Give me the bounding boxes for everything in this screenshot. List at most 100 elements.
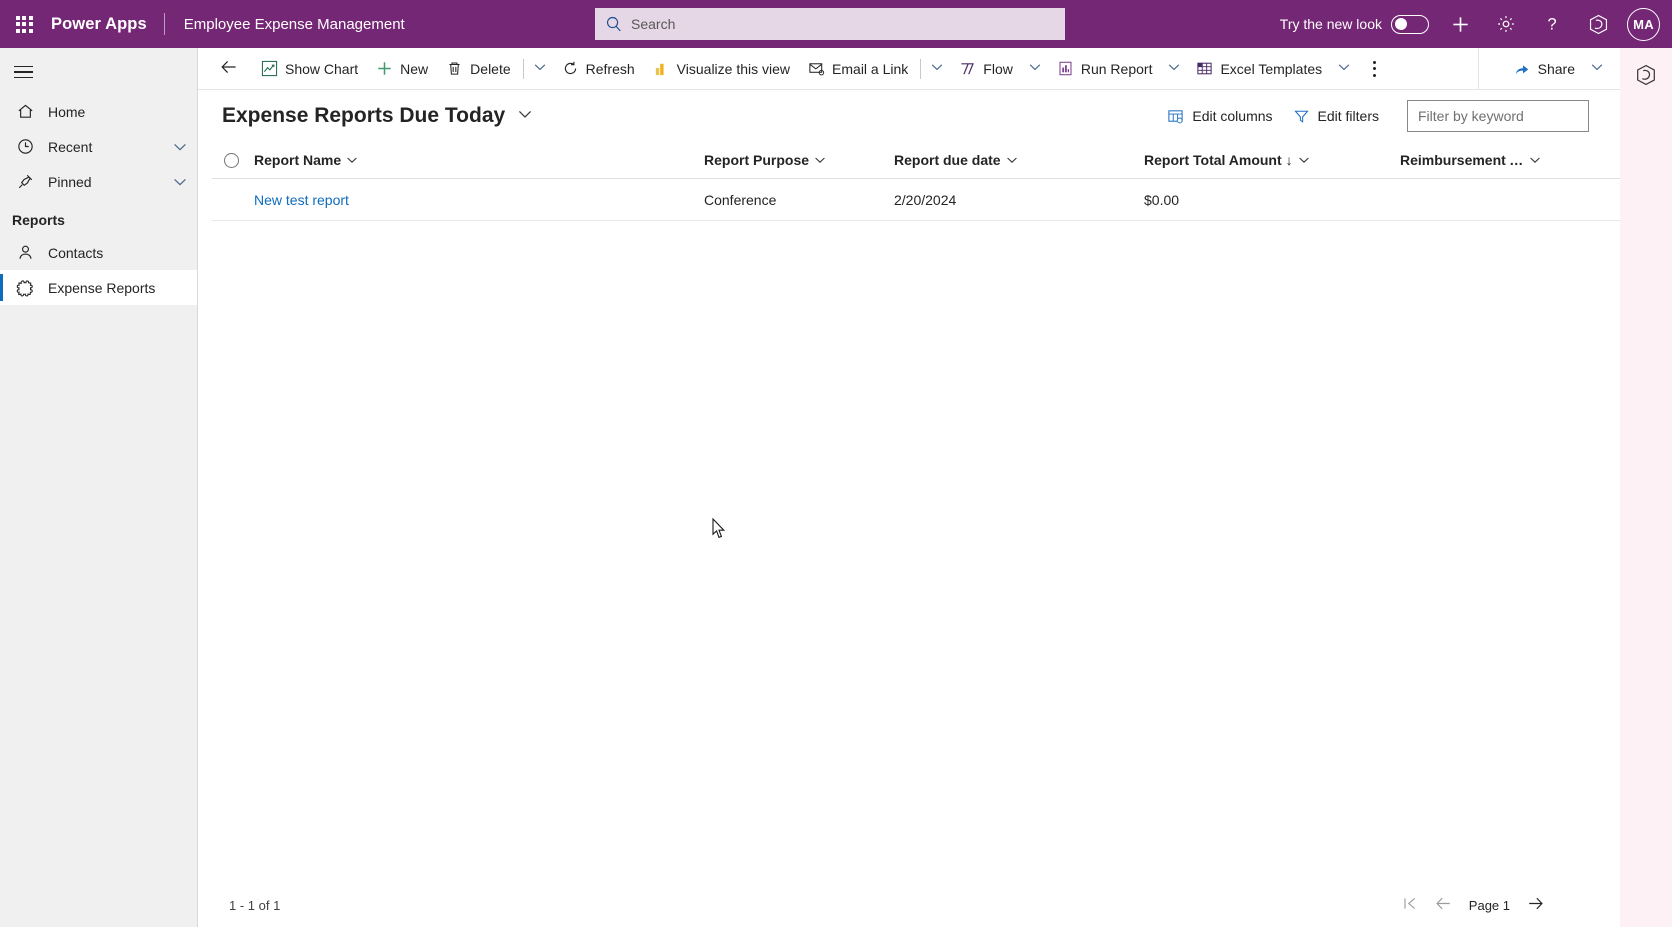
command-visualize-this-view[interactable]: Visualize this view <box>644 52 799 86</box>
share-icon <box>1514 60 1531 77</box>
select-all-circle-icon[interactable] <box>223 152 239 168</box>
try-new-look-toggle[interactable]: Try the new look <box>1280 14 1437 34</box>
copilot-icon <box>1587 13 1610 36</box>
command-excel-templates[interactable]: Excel Templates <box>1187 52 1331 86</box>
view-selector-button[interactable] <box>513 104 537 128</box>
chevron-down-icon <box>515 104 535 129</box>
column-label: Report Total Amount <box>1144 152 1282 168</box>
back-button[interactable] <box>212 52 246 86</box>
record-count-label: 1 - 1 of 1 <box>229 897 281 913</box>
chevron-down-icon <box>813 153 827 167</box>
sidebar-item-home[interactable]: Home <box>0 94 197 129</box>
edit-columns-button[interactable]: Edit columns <box>1157 100 1282 132</box>
arrow-right-icon <box>1526 894 1545 916</box>
arrow-left-icon <box>219 57 239 80</box>
app-launcher-button[interactable] <box>0 0 48 48</box>
sort-descending-icon: ↓ <box>1285 152 1293 168</box>
column-header-report-due-date[interactable]: Report due date <box>890 142 1140 179</box>
filter-by-keyword-input[interactable] <box>1407 100 1589 132</box>
first-page-icon <box>1401 895 1418 915</box>
hamburger-menu-icon <box>14 65 33 79</box>
toggle-switch-icon <box>1391 14 1429 34</box>
column-label: Report Purpose <box>704 152 810 168</box>
sidebar-item-expense-reports[interactable]: Expense Reports <box>0 270 197 305</box>
edit-filters-label: Edit filters <box>1317 108 1379 124</box>
app-name-title[interactable]: Employee Expense Management <box>165 16 405 33</box>
chevron-down-icon <box>929 59 945 78</box>
command-share-chevron[interactable] <box>1584 52 1610 86</box>
edit-filters-button[interactable]: Edit filters <box>1283 100 1389 132</box>
command-label: Share <box>1537 60 1575 77</box>
command-label: Refresh <box>585 60 635 77</box>
question-mark-icon: ? <box>1542 14 1562 34</box>
select-all-cell[interactable] <box>212 152 250 168</box>
sidebar-item-recent[interactable]: Recent <box>0 129 197 164</box>
command-label: New <box>400 60 429 77</box>
command-overflow-button[interactable] <box>1359 52 1389 86</box>
copilot-button[interactable] <box>1575 0 1621 48</box>
command-bar: Show Chart New Delete Refresh Visualize … <box>198 47 1620 90</box>
command-delete-chevron[interactable] <box>527 52 553 86</box>
command-flow[interactable]: Flow <box>950 52 1022 86</box>
command-refresh[interactable]: Refresh <box>553 52 644 86</box>
cell-report-name[interactable]: New test report <box>250 192 700 208</box>
column-label: Reimbursement Amount <box>1400 152 1524 168</box>
command-show-chart[interactable]: Show Chart <box>252 52 367 86</box>
svg-text:?: ? <box>1547 15 1556 33</box>
grid-header-row: Report Name Report Purpose Report due da… <box>212 142 1620 179</box>
global-search-wrapper: Search <box>595 8 1065 40</box>
command-label: Delete <box>470 60 511 77</box>
sidebar-item-pinned[interactable]: Pinned <box>0 164 197 199</box>
settings-button[interactable] <box>1483 0 1529 48</box>
sidebar-item-contacts[interactable]: Contacts <box>0 235 197 270</box>
puzzle-piece-icon <box>15 278 35 298</box>
command-delete[interactable]: Delete <box>437 52 519 86</box>
command-excel-chevron[interactable] <box>1331 52 1357 86</box>
command-new[interactable]: New <box>367 52 437 86</box>
next-page-button[interactable] <box>1520 890 1550 920</box>
command-separator <box>522 58 524 79</box>
command-email-a-link[interactable]: Email a Link <box>799 52 917 86</box>
command-flow-chevron[interactable] <box>1022 52 1048 86</box>
chevron-down-icon <box>1528 153 1542 167</box>
edit-columns-label: Edit columns <box>1192 108 1273 124</box>
column-header-report-name[interactable]: Report Name <box>250 142 700 179</box>
command-run-report-chevron[interactable] <box>1161 52 1187 86</box>
body-row: Home Recent Pinned Reports Contacts Expe… <box>0 47 1672 927</box>
filter-icon <box>1293 108 1310 125</box>
cell-report-total-amount: $0.00 <box>1144 191 1180 208</box>
app-header: Power Apps Employee Expense Management S… <box>0 0 1672 48</box>
column-header-reimbursement-amount[interactable]: Reimbursement Amount <box>1396 142 1542 179</box>
brand-title[interactable]: Power Apps <box>48 15 164 34</box>
global-search-box[interactable]: Search <box>595 8 1065 40</box>
command-bar-divider <box>1477 47 1479 90</box>
run-report-icon <box>1057 60 1074 77</box>
previous-page-button[interactable] <box>1429 890 1459 920</box>
command-label: Show Chart <box>285 60 359 77</box>
pagination: Page 1 <box>1395 890 1620 920</box>
column-header-report-purpose[interactable]: Report Purpose <box>700 142 890 179</box>
chevron-down-icon[interactable] <box>171 138 189 156</box>
sidebar-collapse-button[interactable] <box>0 50 197 94</box>
view-header: Expense Reports Due Today Edit columns E… <box>198 90 1620 142</box>
page-label: Page 1 <box>1468 897 1510 913</box>
copilot-panel-button[interactable] <box>1629 60 1663 94</box>
refresh-icon <box>562 60 579 77</box>
main-content: Show Chart New Delete Refresh Visualize … <box>198 47 1620 927</box>
command-run-report[interactable]: Run Report <box>1048 52 1162 86</box>
cell-report-due-date: 2/20/2024 <box>894 191 957 208</box>
gear-icon <box>1496 14 1516 34</box>
table-row[interactable]: New test report Conference 2/20/2024 $0.… <box>212 179 1620 221</box>
pin-icon <box>15 172 35 192</box>
command-bar-right: Share <box>1477 47 1620 90</box>
quick-create-button[interactable] <box>1437 0 1483 48</box>
column-header-report-total-amount[interactable]: Report Total Amount ↓ <box>1140 142 1396 179</box>
help-button[interactable]: ? <box>1529 0 1575 48</box>
command-label: Visualize this view <box>676 60 791 77</box>
avatar[interactable]: MA <box>1627 7 1660 41</box>
command-share[interactable]: Share <box>1505 52 1584 86</box>
command-email-chevron[interactable] <box>924 52 950 86</box>
first-page-button[interactable] <box>1395 890 1425 920</box>
chevron-down-icon[interactable] <box>171 173 189 191</box>
plus-icon <box>1450 14 1471 35</box>
